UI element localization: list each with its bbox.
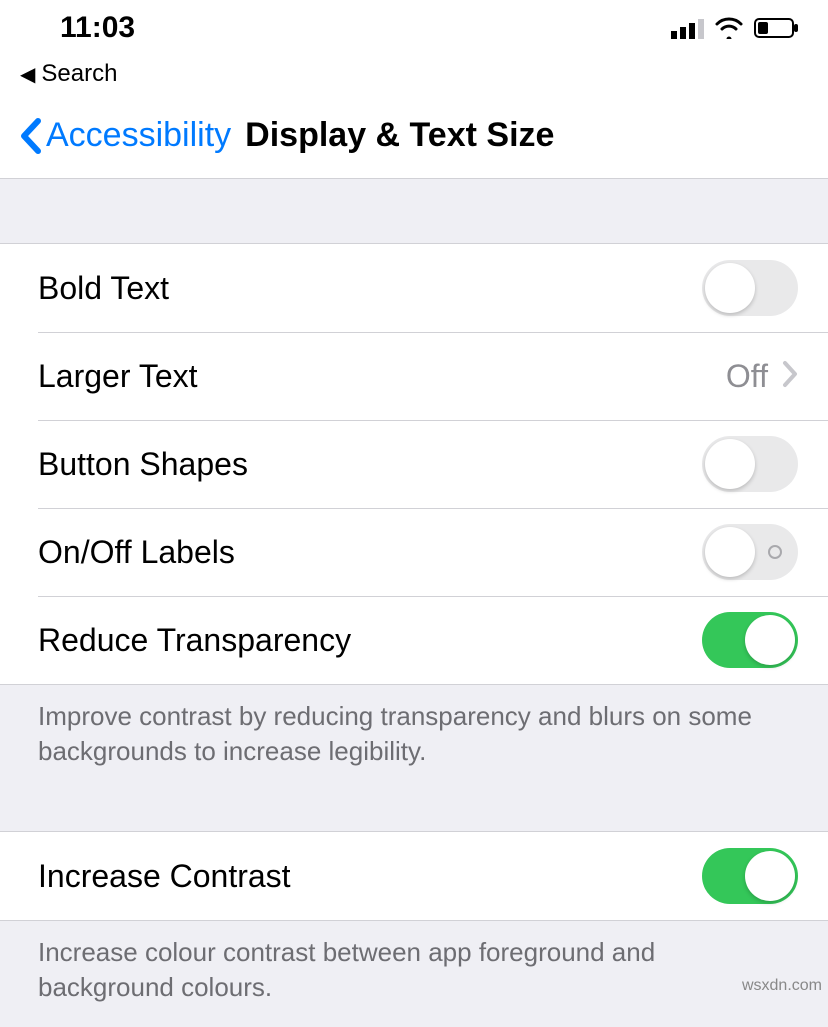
chevron-right-icon: [782, 360, 798, 393]
page-title: Display & Text Size: [245, 116, 554, 155]
status-time: 11:03: [60, 11, 135, 45]
row-label: Increase Contrast: [38, 858, 291, 895]
battery-icon: [754, 17, 800, 39]
switch-off-indicator-icon: [768, 545, 782, 559]
bold-text-switch[interactable]: [702, 260, 798, 316]
breadcrumb[interactable]: ◀ Search: [0, 55, 828, 93]
wifi-icon: [714, 17, 744, 39]
row-label: Bold Text: [38, 270, 169, 307]
back-button[interactable]: Accessibility: [46, 116, 231, 155]
increase-contrast-switch[interactable]: [702, 848, 798, 904]
row-label: Reduce Transparency: [38, 622, 351, 659]
row-onoff-labels[interactable]: On/Off Labels: [0, 508, 828, 596]
watermark: wsxdn.com: [742, 977, 822, 995]
row-label: Larger Text: [38, 358, 198, 395]
row-label: On/Off Labels: [38, 534, 235, 571]
onoff-labels-switch[interactable]: [702, 524, 798, 580]
status-indicators: [671, 17, 800, 39]
back-chevron-icon[interactable]: [18, 117, 42, 155]
button-shapes-switch[interactable]: [702, 436, 798, 492]
breadcrumb-back-icon: ◀: [20, 62, 35, 87]
row-reduce-transparency[interactable]: Reduce Transparency: [0, 596, 828, 684]
group-2-footer: Increase colour contrast between app for…: [0, 921, 828, 1027]
breadcrumb-label: Search: [41, 60, 117, 88]
reduce-transparency-switch[interactable]: [702, 612, 798, 668]
settings-group-2: Increase Contrast: [0, 831, 828, 921]
row-value: Off: [726, 358, 768, 395]
group-spacer: [0, 179, 828, 243]
nav-bar: Accessibility Display & Text Size: [0, 93, 828, 179]
row-button-shapes[interactable]: Button Shapes: [0, 420, 828, 508]
row-increase-contrast[interactable]: Increase Contrast: [0, 832, 828, 920]
row-label: Button Shapes: [38, 446, 248, 483]
settings-group-1: Bold Text Larger Text Off Button Shapes …: [0, 243, 828, 685]
cellular-signal-icon: [671, 17, 704, 39]
group-1-footer: Improve contrast by reducing transparenc…: [0, 685, 828, 791]
row-larger-text[interactable]: Larger Text Off: [0, 332, 828, 420]
status-bar: 11:03: [0, 0, 828, 55]
group-spacer: [0, 791, 828, 831]
row-bold-text[interactable]: Bold Text: [0, 244, 828, 332]
